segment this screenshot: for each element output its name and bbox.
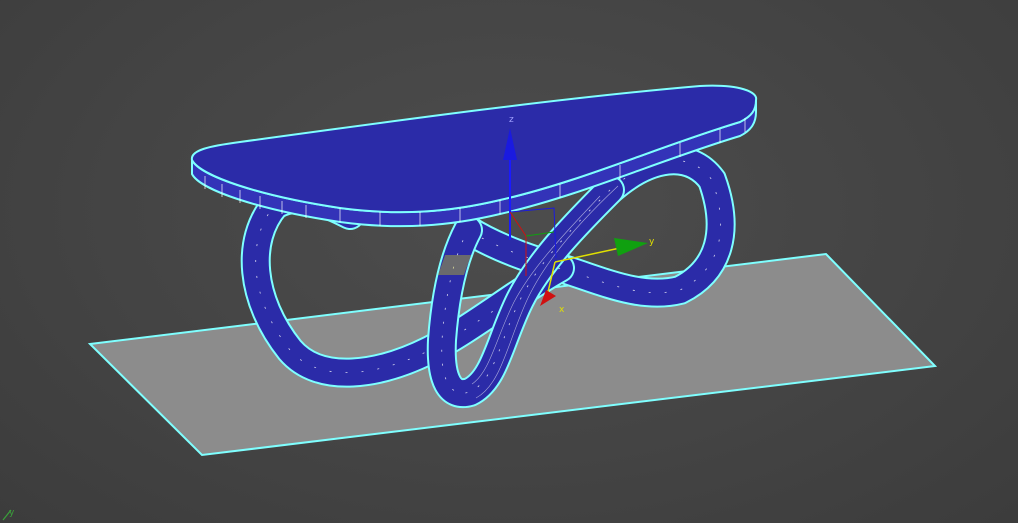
viewport-canvas[interactable]: z y x y — [0, 0, 1018, 523]
z-axis-label: z — [509, 115, 514, 125]
y-axis-arrow[interactable] — [614, 238, 648, 256]
view-axis-indicator: y — [2, 508, 15, 521]
x-axis-label: x — [559, 305, 565, 315]
y-axis-label: y — [649, 237, 655, 247]
view-axis-label: y — [9, 508, 15, 518]
perspective-viewport[interactable]: z y x y — [0, 0, 1018, 523]
table-top[interactable] — [190, 84, 758, 228]
